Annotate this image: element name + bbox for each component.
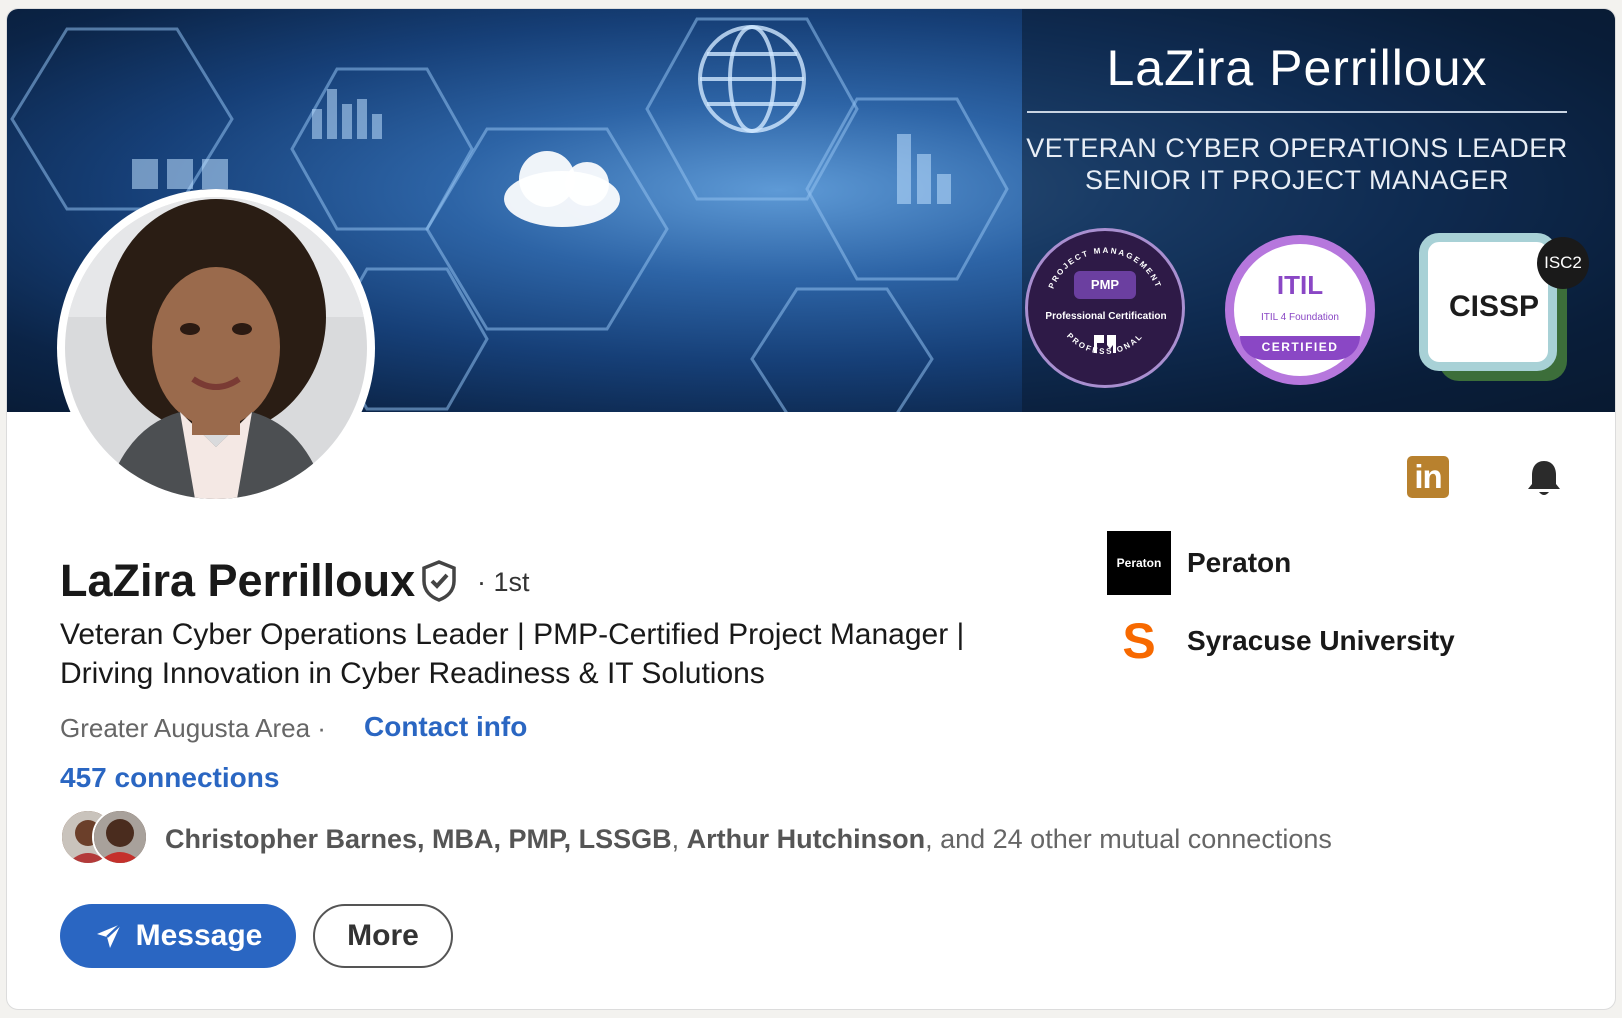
itil-badge: ITIL ITIL 4 Foundation CERTIFIED: [1225, 235, 1375, 385]
mutual-connection-avatars[interactable]: [60, 809, 150, 867]
verified-shield-icon[interactable]: [419, 559, 459, 603]
linkedin-icon[interactable]: in: [1407, 456, 1449, 498]
mutual-name-2: Arthur Hutchinson: [686, 824, 926, 854]
message-button[interactable]: Message: [60, 904, 296, 968]
more-button-label: More: [347, 919, 419, 952]
mutual-name-1: Christopher Barnes, MBA, PMP, LSSGB: [165, 824, 672, 854]
cissp-badge: CISSP ISC2: [1419, 233, 1589, 381]
message-button-label: Message: [135, 919, 263, 952]
profile-photo-image: [65, 197, 367, 499]
org-name-peraton: Peraton: [1187, 547, 1292, 578]
banner-title: LaZira Perrilloux: [1106, 40, 1488, 96]
profile-headline: Veteran Cyber Operations Leader | PMP-Ce…: [60, 618, 965, 690]
mutual-separator: ,: [671, 824, 687, 854]
isc2-label: ISC2: [1537, 237, 1589, 289]
pmp-ring-text: PROJECT MANAGEMENT PROFESSIONAL: [1047, 246, 1161, 356]
mutual-rest: , and 24 other mutual connections: [925, 824, 1332, 854]
send-icon: [96, 923, 122, 948]
banner-subtitle-2: SENIOR IT PROJECT MANAGER: [1084, 165, 1510, 195]
cissp-label: CISSP: [1448, 290, 1540, 323]
more-button[interactable]: More: [313, 904, 453, 968]
syracuse-logo: S: [1122, 613, 1156, 669]
profile-card: LaZira Perrilloux VETERAN CYBER OPERATIO…: [6, 8, 1616, 1010]
profile-name: LaZira Perrilloux: [60, 555, 416, 606]
banner-divider: [1027, 111, 1567, 113]
cissp-badge-frame: CISSP: [1419, 233, 1557, 371]
contact-info-link[interactable]: Contact info: [364, 711, 527, 743]
itil-foundation-label: ITIL 4 Foundation: [1260, 312, 1339, 323]
connection-degree: · 1st: [477, 567, 530, 597]
pmp-label: PMP: [1074, 271, 1136, 299]
mutual-avatar-2: [92, 809, 148, 865]
pmi-logo: [1088, 333, 1122, 360]
bell-icon[interactable]: [1523, 457, 1565, 499]
itil-certified-label: CERTIFIED: [1240, 336, 1360, 360]
profile-location: Greater Augusta Area ·: [60, 713, 326, 743]
pmp-badge: PROJECT MANAGEMENT PROFESSIONAL PMP Prof…: [1025, 228, 1185, 388]
itil-logo: ITIL: [1276, 270, 1324, 300]
org-peraton[interactable]: Peraton Peraton: [1107, 531, 1291, 595]
connections-link[interactable]: 457 connections: [60, 762, 279, 794]
profile-photo[interactable]: [57, 189, 375, 507]
org-syracuse-university[interactable]: S Syracuse University: [1107, 609, 1455, 673]
org-name-syracuse: Syracuse University: [1187, 625, 1455, 656]
banner-subtitle-1: VETERAN CYBER OPERATIONS LEADER: [1026, 133, 1568, 163]
mutual-connections-text[interactable]: Christopher Barnes, MBA, PMP, LSSGB, Art…: [165, 824, 1332, 855]
peraton-logo: Peraton: [1107, 531, 1171, 595]
pmp-cert-label: Professional Certification: [1045, 311, 1167, 322]
